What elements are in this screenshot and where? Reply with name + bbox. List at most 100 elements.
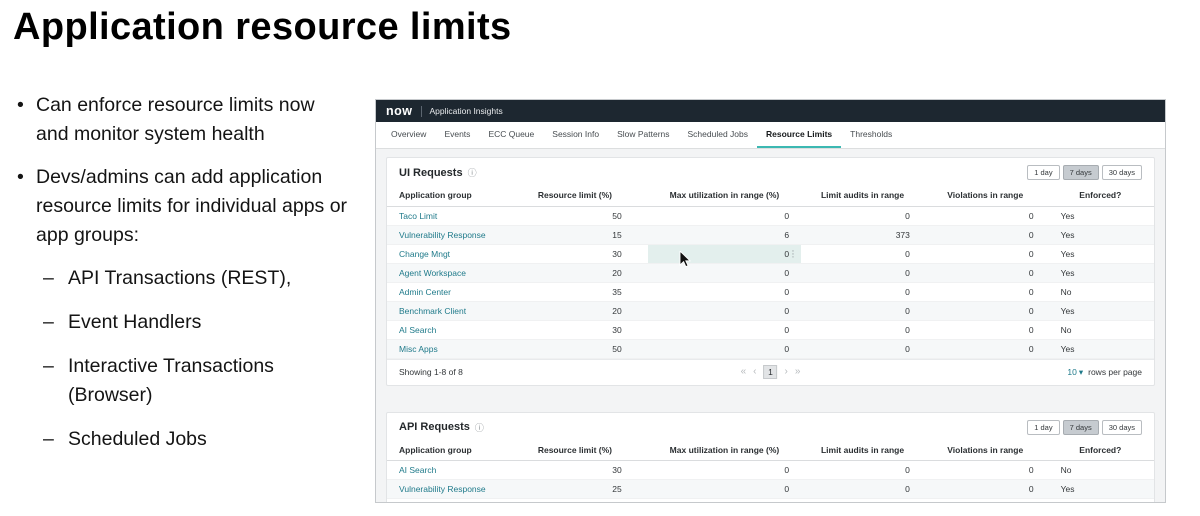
tab-events[interactable]: Events [435,122,479,148]
application-group-link[interactable]: Misc Apps [399,344,438,354]
ui-requests-table: Application group Resource limit (%) Max u… [387,185,1154,359]
info-icon[interactable]: ⓘ [475,421,484,434]
tab-ecc-queue[interactable]: ECC Queue [479,122,543,148]
rows-per-page: 10 ▾ rows per page [1067,367,1142,378]
column-header: Resource limit (%) [502,439,648,461]
tab-overview[interactable]: Overview [382,122,435,148]
section-title: API Requests [399,421,470,433]
app-screenshot-panel: now Application Insights Overview Events E… [375,99,1166,503]
application-group-link[interactable]: AI Search [399,465,436,475]
cell: 30 [502,460,648,480]
tab-resource-limits[interactable]: Resource Limits [757,122,842,148]
cell: 15 [502,225,648,245]
product-name: Application Insights [429,106,503,116]
tab-bar: Overview Events ECC Queue Session Info Slow … [376,122,1165,149]
tab-scheduled-jobs[interactable]: Scheduled Jobs [679,122,758,148]
last-page-icon[interactable]: » [795,367,801,377]
cell: Yes [1046,301,1154,321]
application-group-link[interactable]: Taco Limit [399,211,437,221]
tab-thresholds[interactable]: Thresholds [841,122,901,148]
next-page-icon[interactable]: › [785,367,788,377]
cell: Admin Center [387,282,503,302]
application-group-link[interactable]: Admin Center [399,287,451,297]
bullet-item: Devs/admins can add application resource… [14,163,348,250]
sub-bullet-item: API Transactions (REST), [14,264,348,293]
table-row: Misc Apps 50 0 0 0 Yes [387,339,1154,359]
sub-bullet-item: Event Handlers [14,308,348,337]
application-group-link[interactable]: Benchmark Client [399,306,466,316]
cell: 0 [923,301,1047,321]
column-header: Max utilization in range (%) [647,185,802,207]
now-logo: now [386,104,413,118]
panel-content: UI Requests ⓘ 1 day 7 days 30 days Applica… [376,149,1165,502]
cell: 0 [647,301,802,321]
column-header: Violations in range [923,439,1047,461]
section-header: API Requests ⓘ 1 day 7 days 30 days [387,413,1154,440]
cell: 30 [502,244,648,264]
cell: 0 [801,479,924,499]
rows-per-page-label: rows per page [1088,367,1142,377]
cell: 35 [502,282,648,302]
cell: 0 [801,320,924,340]
kebab-menu-icon[interactable]: ⋮ [789,248,798,259]
info-icon[interactable]: ⓘ [468,166,477,179]
range-button-30-days[interactable]: 30 days [1101,419,1142,435]
application-group-link[interactable]: Vulnerability Response [399,230,486,240]
column-header: Resource limit (%) [502,185,648,207]
cell: Yes [1046,479,1154,499]
application-group-link[interactable]: Change Mngt [399,249,450,259]
tab-session-info[interactable]: Session Info [543,122,608,148]
api-requests-section: API Requests ⓘ 1 day 7 days 30 days Applic… [386,411,1155,502]
prev-page-icon[interactable]: ‹ [753,367,756,377]
column-header: Max utilization in range (%) [647,439,802,461]
range-button-1-day[interactable]: 1 day [1027,419,1060,435]
cell: Yes [1046,244,1154,264]
first-page-icon[interactable]: « [741,367,747,377]
table-row: Benchmark Client 20 0 0 0 Yes [387,301,1154,321]
cell: 0 ⋮ [647,244,802,264]
range-buttons: 1 day 7 days 30 days [1024,165,1142,180]
cell: Yes [1046,339,1154,359]
cell: AI Search [387,320,503,340]
header-divider [420,105,422,117]
tab-slow-patterns[interactable]: Slow Patterns [608,122,678,148]
cell: 6 [647,225,802,245]
cell: 0 [801,460,924,480]
current-page[interactable]: 1 [763,365,778,379]
cell: 0 [801,301,924,321]
range-button-1-day[interactable]: 1 day [1027,165,1060,180]
range-button-7-days[interactable]: 7 days [1062,419,1099,435]
rows-per-page-select[interactable]: 10 ▾ [1067,367,1083,378]
cell: No [1046,460,1154,480]
cell: 20 [502,301,648,321]
application-group-link[interactable]: AI Search [399,325,436,335]
cell: 0 [647,339,802,359]
table-row: Taco Limit 50 0 0 0 Yes [387,206,1154,226]
cell: AI Search [387,460,503,480]
cell: No [1046,320,1154,340]
cell: 0 [923,206,1047,226]
range-buttons: 1 day 7 days 30 days [1024,419,1142,435]
application-group-link[interactable]: Vulnerability Response [399,484,486,494]
bullet-item: Can enforce resource limits now and moni… [14,91,348,149]
table-row: AI Search 30 0 0 0 No [387,460,1154,480]
range-button-30-days[interactable]: 30 days [1101,165,1142,180]
sub-bullet-item: Interactive Transactions (Browser) [14,352,348,410]
cell: 50 [502,339,648,359]
column-header: Enforced? [1046,439,1154,461]
ui-requests-section: UI Requests ⓘ 1 day 7 days 30 days Applica… [386,157,1155,386]
cell: 0 [647,479,802,499]
cell: 373 [801,225,924,245]
cell: 30 [502,320,648,340]
cell: Vulnerability Response [387,225,503,245]
column-header: Enforced? [1046,185,1154,207]
slide-title: Application resource limits [13,6,512,48]
range-button-7-days[interactable]: 7 days [1062,165,1099,180]
column-header: Violations in range [923,185,1047,207]
chevron-down-icon: ▾ [1078,366,1084,377]
table-row: Vulnerability Response 15 6 373 0 Yes [387,225,1154,245]
application-group-link[interactable]: Agent Workspace [399,268,466,278]
cell: Vulnerability Response [387,479,503,499]
cell: 0 [801,263,924,283]
pagination: « ‹ 1 › » [741,365,801,379]
